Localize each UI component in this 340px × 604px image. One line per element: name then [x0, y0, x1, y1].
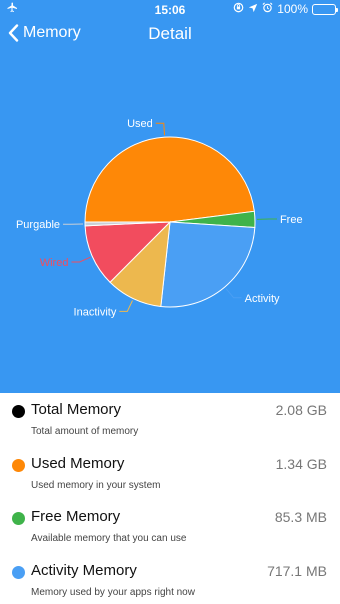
list-item-total-memory[interactable]: Total Memory 2.08 GB Total amount of mem…: [0, 393, 340, 447]
pie-leader-wired: [71, 256, 91, 263]
total-memory-value: 2.08 GB: [275, 402, 327, 418]
pie-label-free: Free: [280, 214, 303, 226]
pie-label-activity: Activity: [245, 293, 280, 305]
pie-leader-used: [155, 122, 166, 136]
total-memory-legend-dot: [12, 405, 25, 418]
free-memory-label: Free Memory: [31, 508, 121, 525]
pie-label-wired: Wired: [40, 257, 69, 269]
list-item-free-memory[interactable]: Free Memory 85.3 MB Available memory tha…: [0, 500, 340, 554]
alarm-icon: [262, 2, 273, 16]
detail-header-panel: 15:06 100% Memory Detail Used Free Activit…: [0, 0, 340, 393]
orientation-lock-icon: [233, 2, 244, 16]
list-item-activity-memory[interactable]: Activity Memory 717.1 MB Memory used by …: [0, 554, 340, 604]
pie-slice-activity: [160, 221, 256, 308]
activity-memory-value: 717.1 MB: [267, 562, 327, 579]
battery-percentage: 100%: [277, 2, 308, 16]
location-icon: [248, 2, 258, 16]
pie-label-purgable: Purgable: [16, 219, 60, 231]
used-memory-label: Used Memory: [31, 454, 125, 472]
list-item-used-memory[interactable]: Used Memory 1.34 GB Used memory in your …: [0, 447, 340, 501]
page-title: Detail: [148, 24, 192, 43]
free-memory-legend-dot: [12, 512, 25, 525]
pie-label-used: Used: [127, 118, 153, 130]
memory-details-list: Total Memory 2.08 GB Total amount of mem…: [0, 393, 340, 604]
used-memory-value: 1.34 GB: [275, 455, 327, 472]
pie-label-inactivity: Inactivity: [74, 306, 117, 318]
used-memory-description: Used memory in your system: [31, 479, 161, 491]
status-bar: 15:06 100%: [0, 0, 340, 20]
free-memory-description: Available memory that you can use: [31, 533, 187, 544]
memory-pie-chart: Used Free Activity Inactivity Wired Purgable: [16, 118, 303, 318]
total-memory-description: Total amount of memory: [31, 426, 139, 437]
pie-leader-inactivity: [119, 300, 133, 312]
battery-icon: [312, 3, 338, 15]
used-memory-legend-dot: [12, 458, 25, 472]
activity-memory-legend-dot: [12, 565, 25, 579]
free-memory-value: 85.3 MB: [274, 509, 327, 525]
total-memory-label: Total Memory: [31, 401, 122, 418]
pie-slice-used: [84, 136, 255, 223]
activity-memory-description: Memory used by your apps right now: [31, 586, 195, 598]
pie-leader-activity: [225, 288, 242, 299]
navigation-bar: Memory Detail: [0, 22, 340, 48]
activity-memory-label: Activity Memory: [31, 561, 137, 579]
